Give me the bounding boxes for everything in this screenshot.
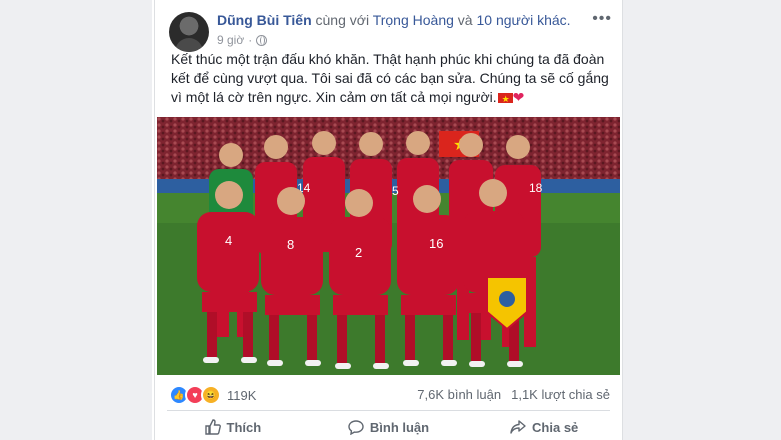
like-label: Thích — [226, 419, 262, 435]
tagged-others[interactable]: 10 người khác. — [476, 12, 570, 28]
reactions[interactable]: 👍 ♥ 😆 119K — [169, 385, 256, 405]
post-meta: 9 giờ · — [217, 33, 268, 47]
thumbs-up-icon — [204, 419, 221, 435]
share-icon — [510, 419, 526, 435]
more-icon[interactable]: ••• — [592, 10, 612, 28]
globe-icon — [256, 34, 268, 46]
like-button[interactable]: Thích — [155, 414, 311, 440]
heart-icon: ❤ — [512, 89, 525, 105]
comments-count[interactable]: 7,6K bình luận — [417, 387, 501, 402]
post-body: Kết thúc một trận đấu khó khăn. Thật hạn… — [171, 51, 609, 105]
post-header: Dũng Bùi Tiến cùng với Trọng Hoàng và 10… — [217, 12, 571, 28]
comment-button[interactable]: Bình luận — [311, 414, 467, 440]
with-text: cùng với — [315, 12, 370, 28]
jersey-number: 2 — [355, 245, 362, 260]
team-photo[interactable]: ★ 14 5 18 — [157, 117, 620, 375]
jersey-number: 18 — [529, 181, 543, 195]
comment-label: Bình luận — [369, 419, 430, 435]
jersey-number: 5 — [392, 184, 399, 198]
share-button[interactable]: Chia sẻ — [466, 414, 622, 440]
share-label: Chia sẻ — [532, 419, 579, 435]
jersey-number: 4 — [225, 233, 232, 248]
comment-icon — [348, 419, 364, 435]
reactions-count[interactable]: 119K — [227, 388, 256, 403]
vietnam-flag-icon — [497, 90, 513, 109]
author-name[interactable]: Dũng Bùi Tiến — [217, 12, 312, 28]
haha-reaction-icon: 😆 — [201, 385, 221, 405]
action-bar: Thích Bình luận Chia sẻ — [155, 414, 622, 440]
post-time[interactable]: 9 giờ — [217, 33, 244, 47]
jersey-number: 8 — [287, 237, 294, 252]
shares-count[interactable]: 1,1K lượt chia sẻ — [511, 387, 610, 402]
and-text: và — [457, 12, 473, 28]
post-stats: 7,6K bình luận 1,1K lượt chia sẻ — [417, 387, 610, 402]
jersey-number: 16 — [429, 236, 443, 251]
tagged-user[interactable]: Trọng Hoàng — [373, 12, 454, 28]
right-background — [623, 0, 781, 440]
left-background — [0, 0, 152, 440]
divider — [167, 410, 610, 411]
facebook-post: Dũng Bùi Tiến cùng với Trọng Hoàng và 10… — [154, 0, 623, 440]
avatar[interactable] — [169, 12, 209, 52]
post-text: Kết thúc một trận đấu khó khăn. Thật hạn… — [171, 50, 611, 109]
